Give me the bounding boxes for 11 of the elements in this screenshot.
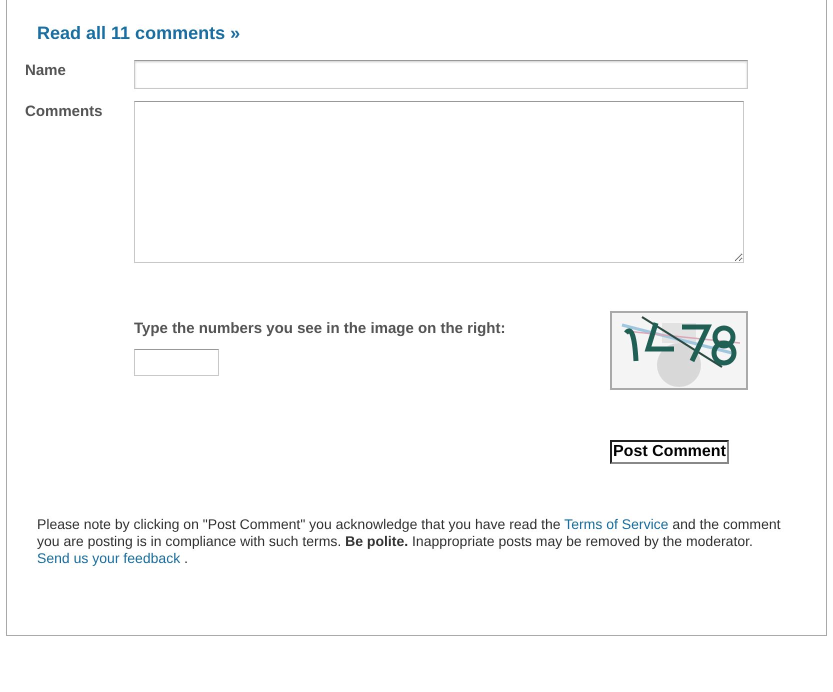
post-comment-button[interactable]: Post Comment <box>610 440 729 464</box>
feedback-link[interactable]: Send us your feedback <box>37 550 180 566</box>
captcha-field[interactable] <box>134 348 219 376</box>
terms-of-service-link[interactable]: Terms of Service <box>564 516 668 532</box>
comments-label: Comments <box>25 102 104 122</box>
name-label: Name <box>25 61 67 81</box>
posting-notice: Please note by clicking on "Post Comment" you acknowledge that you have read the Terms of Service and the comment you are posting is in compliance with such terms. Be polite. Inappropriate posts may be removed by the moderator. Send us your feedback . <box>37 516 782 567</box>
read-all-comments-link[interactable]: Read all 11 comments » <box>37 20 240 47</box>
name-field[interactable] <box>134 60 748 89</box>
comments-field[interactable] <box>134 101 744 263</box>
captcha-prompt: Type the numbers you see in the image on the right: <box>134 319 506 339</box>
